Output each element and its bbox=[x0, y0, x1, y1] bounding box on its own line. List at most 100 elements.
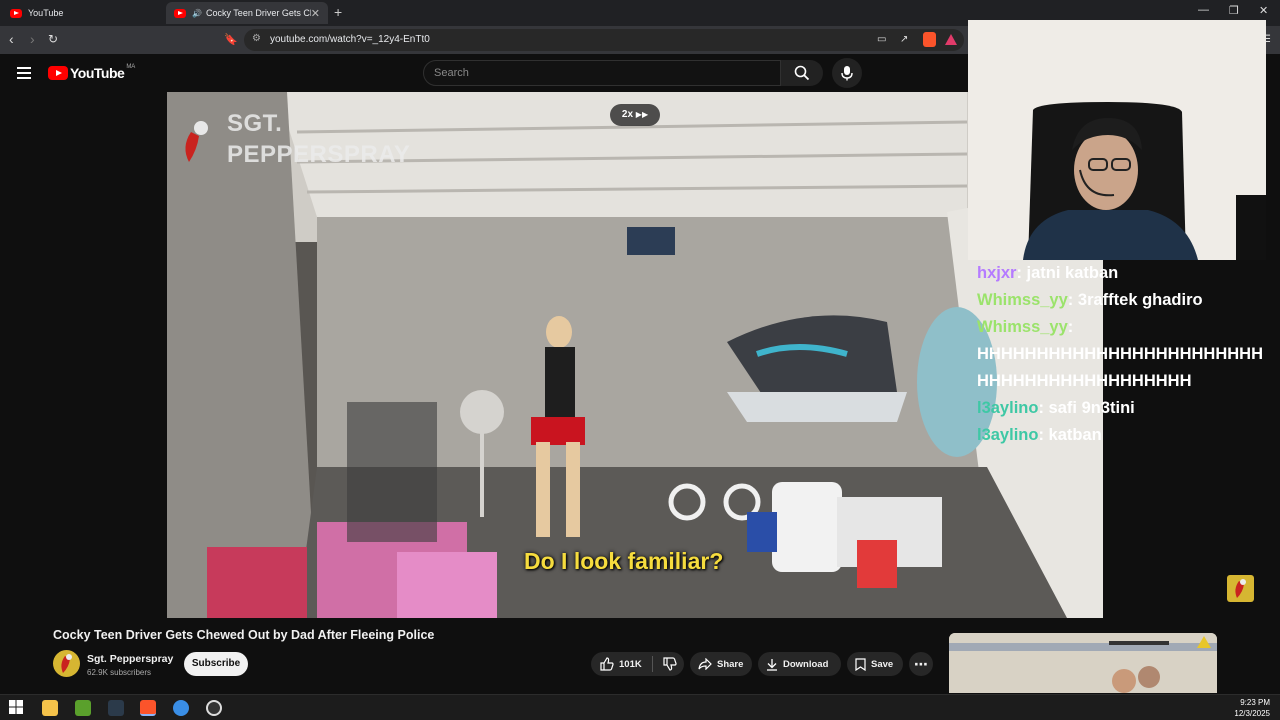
channel-name[interactable]: Sgt. Pepperspray bbox=[87, 653, 173, 665]
browser-tab-youtube[interactable]: YouTube bbox=[2, 2, 162, 24]
reload-icon[interactable]: ↻ bbox=[48, 32, 58, 46]
obs-icon[interactable] bbox=[206, 700, 222, 716]
bookmark-icon[interactable]: 🔖 bbox=[224, 33, 238, 46]
save-icon bbox=[855, 657, 866, 671]
video-frame bbox=[167, 92, 1103, 618]
search-button[interactable] bbox=[781, 60, 823, 86]
clock-date: 12/3/2025 bbox=[1234, 709, 1270, 718]
webcam-overlay bbox=[968, 20, 1266, 260]
share-icon bbox=[698, 658, 712, 670]
download-button[interactable]: Download bbox=[758, 652, 841, 676]
share-label: Share bbox=[717, 658, 744, 670]
chat-message: l3aylino: safi 9n3tini bbox=[977, 399, 1135, 417]
app-icon[interactable] bbox=[75, 700, 91, 716]
windows-start-icon[interactable] bbox=[9, 700, 25, 716]
subscriber-count: 62.9K subscribers bbox=[87, 668, 152, 677]
video-subtitle: Do I look familiar? bbox=[524, 548, 724, 574]
speed-label: 2x bbox=[621, 109, 634, 120]
more-actions-button[interactable]: ⋯ bbox=[909, 652, 933, 676]
like-button[interactable]: 101K bbox=[600, 657, 642, 671]
like-dislike-group: 101K bbox=[591, 652, 684, 676]
app-icon[interactable] bbox=[108, 700, 124, 716]
fast-forward-icon: ▶▶ bbox=[635, 110, 649, 119]
brave-shield-icon[interactable] bbox=[923, 32, 936, 47]
video-title: Cocky Teen Driver Gets Chewed Out by Dad… bbox=[53, 628, 435, 642]
download-label: Download bbox=[783, 658, 829, 670]
watermark-line1: SGT. bbox=[227, 110, 283, 137]
youtube-logo[interactable]: YouTube MA bbox=[48, 64, 136, 81]
chat-message: Whimss_yy: 3rafftek ghadiro bbox=[977, 291, 1203, 309]
search-icon bbox=[794, 65, 810, 81]
windows-logo-icon bbox=[9, 700, 23, 714]
chili-pepper-icon bbox=[61, 654, 72, 673]
chrome-icon[interactable] bbox=[173, 700, 189, 716]
close-tab-icon[interactable]: ✕ bbox=[311, 7, 320, 20]
watermark-line2: PEPPERSPRAY bbox=[227, 141, 411, 168]
microphone-icon bbox=[841, 66, 853, 81]
chat-message: l3aylino: katban bbox=[977, 426, 1102, 444]
site-info-icon[interactable]: ⚙ bbox=[252, 33, 261, 44]
logo-text: YouTube bbox=[70, 65, 125, 81]
search-input[interactable]: Search bbox=[423, 60, 781, 86]
chat-username: hxjxr bbox=[977, 264, 1017, 282]
share-page-icon[interactable]: ↗ bbox=[900, 34, 908, 45]
chat-username: l3aylino bbox=[977, 426, 1039, 444]
like-count: 101K bbox=[619, 658, 642, 670]
minimize-icon[interactable]: — bbox=[1198, 4, 1209, 16]
share-button[interactable]: Share bbox=[690, 652, 752, 676]
chili-pepper-icon bbox=[1235, 579, 1246, 598]
url-field[interactable]: ⚙ youtube.com/watch?v=_12y4-EnTt0 bbox=[244, 29, 964, 51]
chat-username: Whimss_yy bbox=[977, 318, 1068, 336]
chat-username: Whimss_yy bbox=[977, 291, 1068, 309]
system-clock[interactable]: 9:23 PM 12/3/2025 bbox=[1234, 697, 1270, 719]
youtube-header: YouTube MA Search bbox=[0, 54, 968, 92]
channel-watermark: SGT. PEPPERSPRAY bbox=[227, 108, 410, 170]
thumbs-up-icon bbox=[600, 657, 614, 671]
playback-speed-indicator: 2x ▶▶ bbox=[610, 104, 660, 126]
speaker-icon: 🔊 bbox=[192, 8, 202, 18]
chat-text: jatni katban bbox=[1026, 264, 1119, 282]
brave-browser-icon[interactable] bbox=[140, 700, 156, 716]
menu-icon[interactable] bbox=[17, 67, 31, 79]
channel-branding-icon[interactable] bbox=[1227, 575, 1254, 602]
stream-chat: hxjxr: jatni katban Whimss_yy: 3rafftek … bbox=[968, 260, 1280, 472]
subscribe-button[interactable]: Subscribe bbox=[184, 652, 248, 676]
back-icon[interactable]: ‹ bbox=[9, 31, 14, 47]
search-placeholder: Search bbox=[434, 67, 469, 79]
chat-text: HHHHHHHHHHHHHHHHHHHHHHHHHHHHHHHHHHHHHHHH… bbox=[977, 345, 1263, 390]
cast-icon[interactable]: ▭ bbox=[877, 34, 886, 45]
thumbs-down-icon[interactable] bbox=[663, 657, 677, 671]
chat-username: l3aylino bbox=[977, 399, 1039, 417]
save-button[interactable]: Save bbox=[847, 652, 903, 676]
recommended-video-thumbnail[interactable] bbox=[949, 633, 1217, 693]
channel-avatar[interactable] bbox=[53, 650, 80, 677]
brave-rewards-icon[interactable] bbox=[945, 34, 957, 45]
save-label: Save bbox=[871, 658, 894, 670]
restore-icon[interactable]: ❐ bbox=[1229, 4, 1239, 17]
new-tab-button[interactable]: + bbox=[334, 4, 342, 20]
youtube-favicon-icon bbox=[174, 8, 186, 18]
close-window-icon[interactable]: ✕ bbox=[1259, 4, 1268, 17]
chat-message: Whimss_yy: HHHHHHHHHHHHHHHHHHHHHHHHHHHHHH… bbox=[977, 318, 1263, 390]
streamer-camera bbox=[968, 20, 1266, 260]
voice-search-button[interactable] bbox=[832, 58, 862, 88]
taskbar: 9:23 PM 12/3/2025 bbox=[0, 694, 1280, 720]
tab-label: Cocky Teen Driver Gets Chew bbox=[205, 8, 311, 18]
more-icon: ⋯ bbox=[914, 655, 928, 672]
thumbnail-image bbox=[949, 633, 1217, 693]
file-explorer-icon[interactable] bbox=[42, 700, 58, 716]
clock-time: 9:23 PM bbox=[1240, 698, 1270, 707]
forward-icon[interactable]: › bbox=[30, 31, 35, 47]
video-player[interactable] bbox=[167, 92, 1103, 618]
tab-label: YouTube bbox=[28, 8, 64, 18]
country-code: MA bbox=[126, 64, 136, 70]
chat-text: 3rafftek ghadiro bbox=[1077, 291, 1203, 309]
chat-text: katban bbox=[1048, 426, 1102, 444]
youtube-favicon-icon bbox=[10, 8, 22, 18]
chat-message: hxjxr: jatni katban bbox=[977, 264, 1119, 282]
browser-tab-video[interactable]: 🔊 Cocky Teen Driver Gets Chew ✕ bbox=[166, 2, 328, 24]
url-text: youtube.com/watch?v=_12y4-EnTt0 bbox=[270, 34, 430, 45]
divider bbox=[651, 656, 653, 672]
youtube-play-icon bbox=[48, 66, 68, 80]
chat-text: safi 9n3tini bbox=[1048, 399, 1135, 417]
